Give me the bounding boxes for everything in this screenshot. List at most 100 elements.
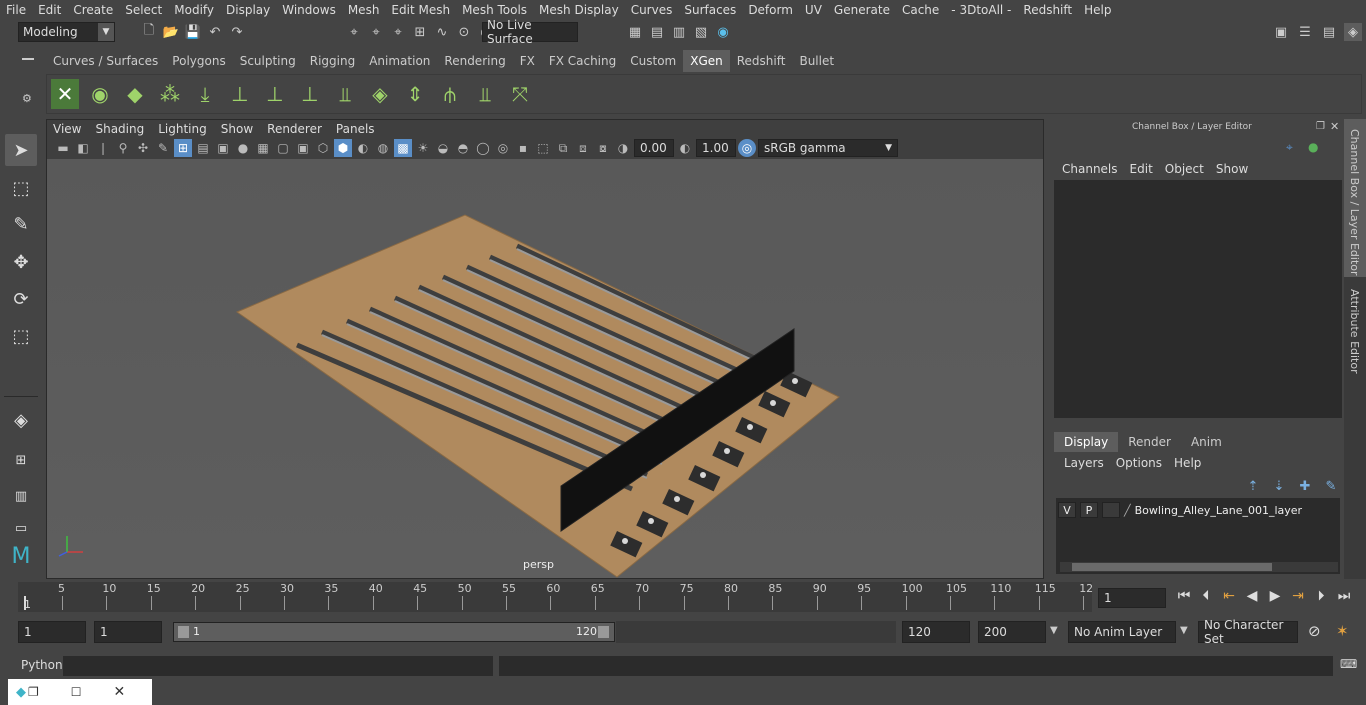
end-time-field[interactable]: 200	[978, 621, 1046, 643]
menu-edit-mesh[interactable]: Edit Mesh	[385, 3, 456, 17]
menu-display[interactable]: Display	[220, 3, 276, 17]
channel-menu-object[interactable]: Object	[1159, 160, 1210, 178]
menu-mesh-display[interactable]: Mesh Display	[533, 3, 625, 17]
close-window-icon[interactable]: ✕	[114, 684, 126, 700]
preferences-runner-icon[interactable]: ✶	[1336, 622, 1349, 640]
new-layer-icon[interactable]: ✚	[1296, 477, 1314, 495]
layer-menu-help[interactable]: Help	[1168, 455, 1207, 471]
menu-curves[interactable]: Curves	[625, 3, 679, 17]
restore-icon[interactable]: ❐	[28, 685, 39, 699]
menu-file[interactable]: File	[0, 3, 32, 17]
menu-generate[interactable]: Generate	[828, 3, 896, 17]
textured-icon[interactable]: ▩	[394, 139, 412, 157]
sculpt-guides-icon[interactable]: ⫫	[331, 79, 359, 109]
layer-row[interactable]: V P ╱ Bowling_Alley_Lane_001_layer	[1058, 501, 1338, 519]
xray-icon[interactable]: ⧉	[554, 139, 572, 157]
viewport-menu-view[interactable]: View	[46, 120, 88, 138]
snap-point-icon[interactable]: ⊙	[455, 23, 473, 41]
attribute-editor-toggle-icon[interactable]: ▤	[1320, 23, 1338, 41]
range-start-handle[interactable]	[178, 626, 189, 638]
gamma-field[interactable]: 1.00	[696, 139, 736, 157]
viewport-menu-renderer[interactable]: Renderer	[260, 120, 329, 138]
anim-layer-dropdown[interactable]: No Anim Layer	[1068, 621, 1176, 643]
tab-channel-box[interactable]: Channel Box / Layer Editor	[1344, 119, 1366, 277]
axis-manipulator-icon[interactable]: ⌖	[1286, 140, 1293, 155]
color-space-dropdown[interactable]: sRGB gamma ▼	[758, 139, 898, 157]
add-guides-icon[interactable]: ⁂	[156, 79, 184, 109]
move-layer-up-icon[interactable]: ⇡	[1244, 477, 1262, 495]
convert-guides-icon[interactable]: ⇕	[401, 79, 429, 109]
shadows-icon[interactable]: ◒	[434, 139, 452, 157]
move-layer-down-icon[interactable]: ⇣	[1270, 477, 1288, 495]
shelf-tab-curves-surfaces[interactable]: Curves / Surfaces	[46, 50, 165, 72]
channel-menu-channels[interactable]: Channels	[1056, 160, 1124, 178]
menu-modify[interactable]: Modify	[168, 3, 220, 17]
channel-box-toggle-icon[interactable]: ◈	[1344, 23, 1362, 41]
menu-windows[interactable]: Windows	[276, 3, 342, 17]
move-tool-icon[interactable]: ✥	[5, 246, 37, 278]
auto-key-icon[interactable]: ⊘	[1308, 622, 1321, 640]
grid-icon[interactable]: ⊞	[174, 139, 192, 157]
film-gate-icon[interactable]: ▤	[194, 139, 212, 157]
save-scene-icon[interactable]: 💾	[184, 23, 202, 41]
viewport-menu-show[interactable]: Show	[214, 120, 260, 138]
camera-select-icon[interactable]: ▬	[54, 139, 72, 157]
channel-menu-show[interactable]: Show	[1210, 160, 1254, 178]
maximize-icon[interactable]: ☐	[71, 685, 82, 699]
outliner-toggle-icon[interactable]: ☰	[1296, 23, 1314, 41]
lasso-tool-icon[interactable]: ⬚	[5, 172, 37, 204]
color-management-icon[interactable]: ◎	[738, 139, 756, 157]
isolate-select-icon[interactable]: ⬚	[534, 139, 552, 157]
menu-deform[interactable]: Deform	[742, 3, 799, 17]
wireframe-icon[interactable]: ⬡	[314, 139, 332, 157]
horizontal-scrollbar[interactable]	[1060, 562, 1338, 572]
persp-outliner-icon[interactable]: ▥	[5, 480, 37, 512]
gate-mask-icon[interactable]: ●	[234, 139, 252, 157]
field-chart-icon[interactable]: ▦	[254, 139, 272, 157]
close-icon[interactable]: ✕	[1330, 120, 1339, 133]
default-material-icon[interactable]: ◐	[354, 139, 372, 157]
menu-cache[interactable]: Cache	[896, 3, 945, 17]
smooth-shade-icon[interactable]: ⬢	[334, 139, 352, 157]
menu-edit[interactable]: Edit	[32, 3, 67, 17]
cut-icon[interactable]: ⤧	[506, 79, 534, 109]
viewport-menu-shading[interactable]: Shading	[88, 120, 151, 138]
scale-tool-icon[interactable]: ⬚	[5, 320, 37, 352]
render-frame-icon[interactable]: ▦	[626, 23, 644, 41]
use-all-lights-icon[interactable]: ☀	[414, 139, 432, 157]
lock-guide-icon[interactable]: ⊥	[296, 79, 324, 109]
step-forward-icon[interactable]: ⏵	[1311, 588, 1331, 604]
menu-surfaces[interactable]: Surfaces	[678, 3, 742, 17]
mode-dropdown[interactable]: Modeling ▼	[18, 22, 115, 42]
start-time-field[interactable]: 1	[18, 621, 86, 643]
anti-aliasing-icon[interactable]: ◎	[494, 139, 512, 157]
menu-uv[interactable]: UV	[799, 3, 828, 17]
layer-color-swatch[interactable]: ╱	[1124, 504, 1131, 517]
select-by-component-icon[interactable]: ⌖	[389, 23, 407, 41]
xray-joints-icon[interactable]: ⧈	[574, 139, 592, 157]
bookmark-icon[interactable]: ❘	[94, 139, 112, 157]
paint-select-tool-icon[interactable]: ✎	[5, 208, 37, 240]
range-slider[interactable]: 1 120	[173, 622, 615, 642]
channel-box[interactable]	[1054, 180, 1342, 418]
current-frame-field[interactable]: 1	[1098, 588, 1166, 608]
layer-type-toggle[interactable]	[1102, 502, 1120, 518]
menu-create[interactable]: Create	[67, 3, 119, 17]
shelf-tab-xgen[interactable]: XGen	[683, 50, 730, 72]
shelf-tab-custom[interactable]: Custom	[623, 50, 683, 72]
open-scene-icon[interactable]: 📂	[162, 23, 180, 41]
workspace-icon[interactable]: ▣	[1272, 23, 1290, 41]
shelf-tab-bullet[interactable]: Bullet	[792, 50, 841, 72]
add-guide-icon[interactable]: ⊥	[226, 79, 254, 109]
menu-mesh[interactable]: Mesh	[342, 3, 386, 17]
layer-menu-options[interactable]: Options	[1110, 455, 1168, 471]
chevron-down-icon[interactable]: ▼	[1050, 625, 1058, 636]
tab-render[interactable]: Render	[1118, 432, 1181, 452]
select-guide-icon[interactable]: ⊥	[261, 79, 289, 109]
shelf-tab-rendering[interactable]: Rendering	[437, 50, 512, 72]
menu-3dtoall[interactable]: - 3DtoAll -	[945, 3, 1017, 17]
shelf-tab-polygons[interactable]: Polygons	[165, 50, 232, 72]
rotate-tool-icon[interactable]: ⟳	[5, 283, 37, 315]
exposure-icon[interactable]: ◑	[614, 139, 632, 157]
create-description-icon[interactable]: ◆	[121, 79, 149, 109]
